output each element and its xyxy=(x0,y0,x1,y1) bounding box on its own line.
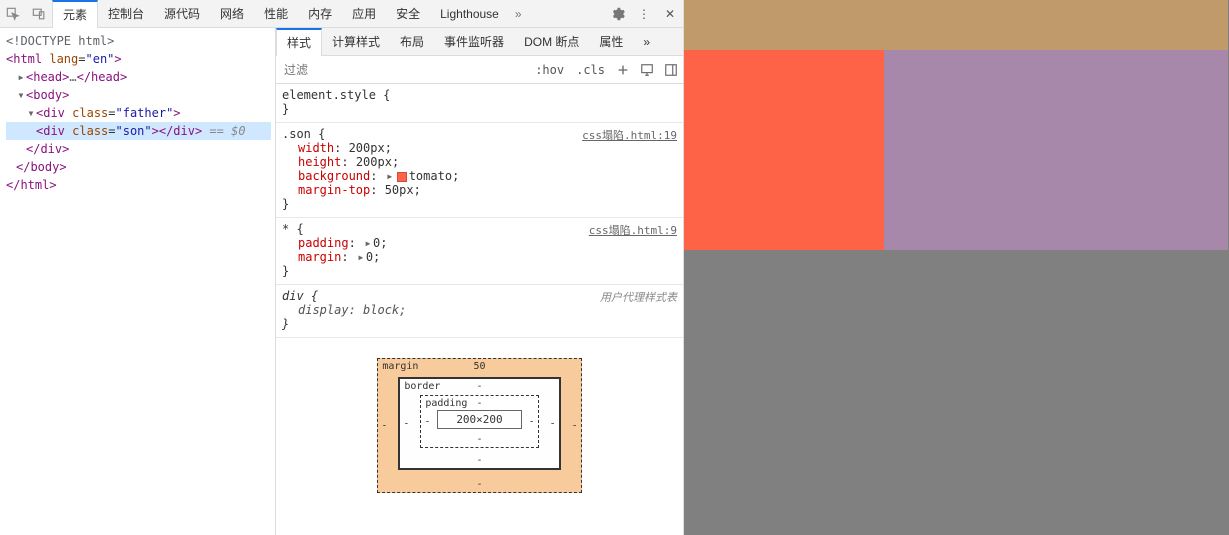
box-margin-left[interactable]: - xyxy=(381,420,387,431)
dom-html-close[interactable]: </html> xyxy=(6,176,271,194)
settings-icon[interactable] xyxy=(605,0,631,28)
styles-filter-bar: :hov .cls xyxy=(276,56,683,84)
close-icon[interactable]: ✕ xyxy=(657,0,683,28)
rule-element-style[interactable]: element.style { } xyxy=(276,84,683,123)
box-padding-right[interactable]: - xyxy=(529,416,535,427)
dom-father-close[interactable]: </div> xyxy=(6,140,271,158)
dom-tree[interactable]: <!DOCTYPE html> <html lang="en"> ▸<head>… xyxy=(0,28,276,535)
styles-subtabbar: 样式 计算样式 布局 事件监听器 DOM 断点 属性 » xyxy=(276,28,683,56)
box-padding-left[interactable]: - xyxy=(424,416,430,427)
father-element-highlight xyxy=(684,0,1228,250)
tab-performance[interactable]: 性能 xyxy=(254,0,298,28)
tab-application[interactable]: 应用 xyxy=(342,0,386,28)
rule-son[interactable]: css塌陷.html:19 .son { width: 200px; heigh… xyxy=(276,123,683,218)
tabs-overflow-icon[interactable]: » xyxy=(509,7,528,21)
dom-body-open[interactable]: ▾<body> xyxy=(6,86,271,104)
css-rules: element.style { } css塌陷.html:19 .son { w… xyxy=(276,84,683,523)
rule-source-link[interactable]: css塌陷.html:19 xyxy=(582,127,677,143)
dom-son-selected[interactable]: <div class="son"></div> == $0 xyxy=(6,122,271,140)
rule-div-ua[interactable]: 用户代理样式表 div { display: block; } xyxy=(276,285,683,338)
dom-body-close[interactable]: </body> xyxy=(6,158,271,176)
tab-security[interactable]: 安全 xyxy=(386,0,430,28)
devtools-panel: 元素 控制台 源代码 网络 性能 内存 应用 安全 Lighthouse » ⋮… xyxy=(0,0,684,535)
subtab-computed[interactable]: 计算样式 xyxy=(322,28,390,56)
kebab-icon[interactable]: ⋮ xyxy=(631,0,657,28)
box-padding-top[interactable]: - xyxy=(476,398,482,409)
box-margin-bottom[interactable]: - xyxy=(476,479,482,490)
tab-lighthouse[interactable]: Lighthouse xyxy=(430,0,509,28)
box-border-bottom[interactable]: - xyxy=(476,455,482,466)
new-style-rule-icon[interactable] xyxy=(611,63,635,77)
subtab-styles[interactable]: 样式 xyxy=(276,28,322,56)
styles-filter-input[interactable] xyxy=(276,57,529,83)
box-content-size[interactable]: 200×200 xyxy=(437,410,521,429)
box-model-diagram[interactable]: margin 50 - - - border - - - - padding xyxy=(276,338,683,523)
dom-father[interactable]: ▾<div class="father"> xyxy=(6,104,271,122)
box-margin-top[interactable]: 50 xyxy=(473,361,485,372)
dom-doctype[interactable]: <!DOCTYPE html> xyxy=(6,32,271,50)
ua-stylesheet-label: 用户代理样式表 xyxy=(600,289,677,305)
subtab-dombreak[interactable]: DOM 断点 xyxy=(514,28,589,56)
rule-star[interactable]: css塌陷.html:9 * { padding: ▸0; margin: ▸0… xyxy=(276,218,683,285)
tab-network[interactable]: 网络 xyxy=(210,0,254,28)
collapsed-margin-region xyxy=(684,0,1228,50)
cls-toggle[interactable]: .cls xyxy=(570,57,611,83)
subtab-layout[interactable]: 布局 xyxy=(390,28,434,56)
rule-source-link[interactable]: css塌陷.html:9 xyxy=(589,222,677,238)
son-element xyxy=(684,50,884,250)
box-padding-bottom[interactable]: - xyxy=(476,434,482,445)
subtab-listeners[interactable]: 事件监听器 xyxy=(434,28,514,56)
computed-styles-icon[interactable] xyxy=(635,63,659,77)
box-border-right[interactable]: - xyxy=(550,418,556,429)
tab-sources[interactable]: 源代码 xyxy=(154,0,210,28)
dom-head[interactable]: ▸<head>…</head> xyxy=(6,68,271,86)
box-padding-label: padding xyxy=(425,398,467,409)
main-tabbar: 元素 控制台 源代码 网络 性能 内存 应用 安全 Lighthouse » ⋮… xyxy=(0,0,683,28)
box-margin-right[interactable]: - xyxy=(572,420,578,431)
tab-memory[interactable]: 内存 xyxy=(298,0,342,28)
dom-html-open[interactable]: <html lang="en"> xyxy=(6,50,271,68)
styles-panel: 样式 计算样式 布局 事件监听器 DOM 断点 属性 » :hov .cls xyxy=(276,28,683,535)
box-margin-label: margin xyxy=(382,361,418,372)
toggle-sidebar-icon[interactable] xyxy=(659,63,683,77)
box-border-left[interactable]: - xyxy=(403,418,409,429)
tab-console[interactable]: 控制台 xyxy=(98,0,154,28)
subtab-props[interactable]: 属性 xyxy=(589,28,633,56)
device-toggle-icon[interactable] xyxy=(26,0,52,28)
subtabs-overflow-icon[interactable]: » xyxy=(633,28,660,56)
box-border-label: border xyxy=(404,381,440,392)
tab-elements[interactable]: 元素 xyxy=(52,0,98,28)
inspect-icon[interactable] xyxy=(0,0,26,28)
hov-toggle[interactable]: :hov xyxy=(529,57,570,83)
box-border-top[interactable]: - xyxy=(476,381,482,392)
page-preview xyxy=(684,0,1229,535)
